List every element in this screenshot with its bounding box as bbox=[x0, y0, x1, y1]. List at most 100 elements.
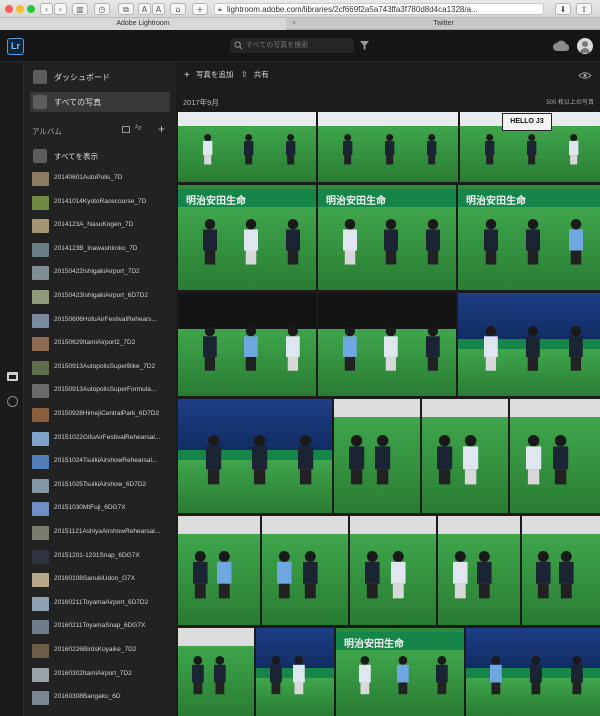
new-tab-button[interactable]: + bbox=[192, 3, 208, 15]
photo-thumbnail[interactable] bbox=[458, 293, 600, 396]
photo-thumbnail[interactable] bbox=[350, 516, 436, 625]
album-item[interactable]: 20150422IshigakiAirport_7D2 bbox=[32, 264, 172, 284]
photo-thumbnail[interactable]: HELLO J3 bbox=[460, 112, 600, 182]
album-thumbnail bbox=[32, 526, 49, 540]
url-bar[interactable]: 🔒︎ lightroom.adobe.com/libraries/2cf669f… bbox=[214, 3, 544, 15]
album-item[interactable]: 20151022GifuAirFestivalRehearsal... bbox=[32, 430, 172, 450]
photo-thumbnail[interactable]: 明治安田生命 bbox=[318, 185, 456, 290]
tab-twitter[interactable]: × Twitter bbox=[287, 18, 600, 30]
sort-icon[interactable]: ᴬz bbox=[135, 125, 142, 132]
photo-thumbnail[interactable]: 明治安田生命 bbox=[178, 185, 316, 290]
add-photos-button[interactable]: + 写真を追加 bbox=[184, 69, 233, 81]
zoom-window-button[interactable] bbox=[27, 5, 35, 13]
photo-thumbnail[interactable]: 明治安田生命 bbox=[336, 628, 464, 716]
globe-icon[interactable] bbox=[7, 396, 18, 407]
album-item[interactable]: 20160211ToyamaAirport_6D7D2 bbox=[32, 595, 172, 615]
text-smaller-button[interactable]: A bbox=[138, 3, 151, 15]
album-thumbnail bbox=[32, 691, 49, 706]
photo-thumbnail[interactable] bbox=[318, 112, 458, 182]
album-item[interactable]: 20150928HimejiCentralPark_6D7D2 bbox=[32, 406, 172, 426]
photo-thumbnail[interactable] bbox=[178, 293, 316, 396]
plus-icon: + bbox=[184, 70, 190, 81]
sidebar-item-all-photos[interactable]: すべての写真 bbox=[30, 92, 170, 112]
album-label: 20151025TsuikiAirshow_6D7D2 bbox=[54, 480, 147, 488]
album-item[interactable]: 20151025TsuikiAirshow_6D7D2 bbox=[32, 477, 172, 497]
photo-thumbnail[interactable] bbox=[178, 399, 332, 513]
photo-thumbnail[interactable] bbox=[334, 399, 420, 513]
album-label: 20150606HofuAirFestivalRehears... bbox=[54, 315, 157, 323]
photo-thumbnail[interactable] bbox=[262, 516, 348, 625]
album-item[interactable]: 20150629ItamiAirport2_7D2 bbox=[32, 335, 172, 355]
album-folder-icon[interactable] bbox=[122, 126, 130, 133]
album-item[interactable]: 20151121AshiyaAirshowRehearsal... bbox=[32, 524, 172, 544]
photo-thumbnail[interactable] bbox=[510, 399, 600, 513]
cloud-icon[interactable] bbox=[553, 40, 569, 51]
album-label: 20140601AutoPolis_7D bbox=[54, 174, 123, 181]
tabs-overview-icon[interactable]: ⧉ bbox=[118, 3, 134, 15]
album-item[interactable]: 20151024TsuikiAirshowRehearsal... bbox=[32, 453, 172, 473]
share-button[interactable]: ⇧ 共有 bbox=[241, 69, 269, 80]
album-item[interactable]: 20140601AutoPolis_7D bbox=[32, 170, 172, 190]
eye-icon[interactable] bbox=[578, 71, 592, 80]
tab-label: Twitter bbox=[433, 20, 454, 27]
album-thumbnail bbox=[32, 384, 49, 399]
photo-thumbnail[interactable] bbox=[522, 516, 600, 625]
tab-adobe-lightroom[interactable]: Adobe Lightroom bbox=[0, 18, 286, 30]
sidebar-item-show-all[interactable]: すべてを表示 bbox=[30, 146, 170, 166]
sidebar-item-label: すべてを表示 bbox=[54, 152, 99, 161]
avatar[interactable] bbox=[577, 38, 593, 54]
album-item[interactable]: 20160302ItamiAirport_7D2 bbox=[32, 666, 172, 686]
tab-label: Adobe Lightroom bbox=[116, 20, 170, 27]
photo-thumbnail[interactable] bbox=[178, 628, 254, 716]
photo-thumbnail[interactable]: 明治安田生命 bbox=[458, 185, 600, 290]
photo-thumbnail[interactable] bbox=[178, 112, 316, 182]
album-thumbnail bbox=[32, 172, 49, 186]
album-item[interactable]: 20151201-1231Snap_6DG7X bbox=[32, 548, 172, 568]
history-icon[interactable]: ◷ bbox=[94, 3, 110, 15]
album-item[interactable]: 20150423IshigakiAirport_6D7D2 bbox=[32, 288, 172, 308]
album-label: 20151022GifuAirFestivalRehearsal... bbox=[54, 433, 161, 441]
forward-button[interactable]: › bbox=[54, 3, 67, 15]
minimize-window-button[interactable] bbox=[16, 5, 24, 13]
sidebar-item-dashboard[interactable]: ダッシュボード bbox=[30, 67, 170, 87]
back-button[interactable]: ‹ bbox=[40, 3, 53, 15]
close-window-button[interactable] bbox=[5, 5, 13, 13]
photo-thumbnail[interactable] bbox=[256, 628, 334, 716]
photo-count: 500 枚以上の写真 bbox=[546, 100, 594, 106]
album-item[interactable]: 20160108SanukiUdon_G7X bbox=[32, 571, 172, 591]
search-input[interactable] bbox=[246, 39, 350, 52]
album-item[interactable]: 20160211ToyamaSnap_6DG7X bbox=[32, 618, 172, 638]
album-thumbnail bbox=[32, 549, 49, 564]
album-item[interactable]: 20141014KyotoRacecourse_7D bbox=[32, 194, 172, 214]
photo-thumbnail[interactable] bbox=[178, 516, 260, 625]
filter-icon[interactable] bbox=[360, 41, 369, 50]
album-item[interactable]: 20150606HofuAirFestivalRehears... bbox=[32, 312, 172, 332]
lightroom-logo[interactable]: Lr bbox=[7, 38, 24, 55]
photo-thumbnail[interactable] bbox=[422, 399, 508, 513]
album-label: 20150629ItamiAirport2_7D2 bbox=[54, 339, 136, 347]
search-box[interactable] bbox=[230, 38, 354, 53]
photo-thumbnail[interactable] bbox=[318, 293, 456, 396]
text-larger-button[interactable]: A bbox=[152, 3, 165, 15]
album-item[interactable]: 20160308Bangaku_6D bbox=[32, 689, 172, 709]
share-icon[interactable]: ⇪ bbox=[576, 3, 592, 15]
sponsor-sign: HELLO J3 bbox=[502, 113, 552, 131]
library-icon[interactable] bbox=[7, 372, 18, 381]
album-item[interactable]: 20151030MtFuji_6DG7X bbox=[32, 500, 172, 520]
album-item[interactable]: 2014123B_Inawashiroko_7D bbox=[32, 241, 172, 261]
photo-thumbnail[interactable] bbox=[438, 516, 520, 625]
album-label: 20150913AutopolisSuperFormula... bbox=[54, 386, 157, 394]
banner-text: 明治安田生命 bbox=[466, 196, 526, 207]
album-item[interactable]: 20160226BirdsKoyaike_7D2 bbox=[32, 642, 172, 662]
sidebar-toggle-icon[interactable]: ▥ bbox=[72, 3, 88, 15]
album-thumbnail bbox=[32, 360, 49, 375]
add-album-icon[interactable]: + bbox=[158, 122, 165, 136]
album-item[interactable]: 20150913AutopolisSuperBike_7D2 bbox=[32, 359, 172, 379]
tab-close-icon[interactable]: × bbox=[292, 18, 296, 30]
photo-thumbnail[interactable] bbox=[466, 628, 600, 716]
home-icon[interactable]: ⌂ bbox=[170, 3, 186, 15]
album-item[interactable]: 2014123A_NasuKogen_7D bbox=[32, 217, 172, 237]
album-item[interactable]: 20150913AutopolisSuperFormula... bbox=[32, 382, 172, 402]
url-text: lightroom.adobe.com/libraries/2cf669f2a5… bbox=[227, 5, 478, 14]
download-icon[interactable]: ⬇ bbox=[555, 3, 571, 15]
